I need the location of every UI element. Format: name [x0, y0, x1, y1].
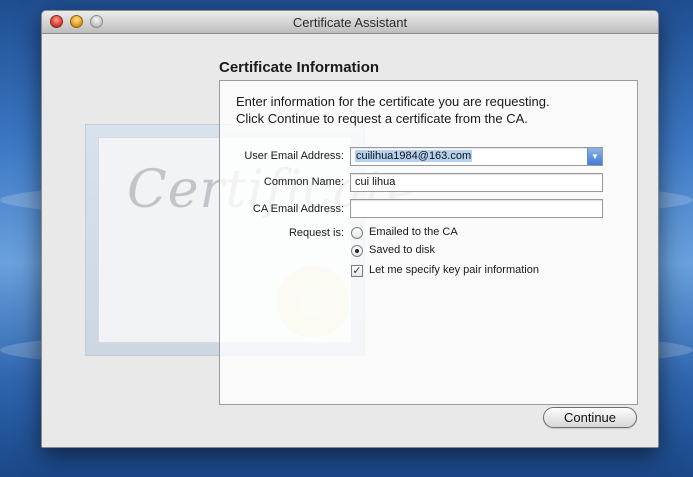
user-email-value: cuilihua1984@163.com [355, 150, 473, 162]
common-name-field[interactable]: cui lihua [350, 173, 603, 192]
intro-text: Enter information for the certificate yo… [236, 93, 550, 127]
ca-email-label: CA Email Address: [252, 203, 344, 215]
key-pair-label: Let me specify key pair information [369, 264, 539, 276]
certificate-assistant-window: Certificate Assistant Certificate Certif… [41, 10, 659, 448]
radio-button-icon[interactable] [351, 227, 363, 239]
panel-heading: Certificate Information [219, 59, 380, 76]
combobox-arrow-icon[interactable]: ▼ [587, 148, 602, 165]
user-email-combobox[interactable]: cuilihua1984@163.com ▼ [350, 147, 603, 166]
intro-line-1: Enter information for the certificate yo… [236, 94, 550, 109]
assistant-body: Certificate Certificate Information Ente… [42, 34, 658, 447]
radio-button-selected-icon[interactable] [351, 245, 363, 257]
certificate-info-panel: Enter information for the certificate yo… [219, 80, 638, 405]
checkbox-checked-icon[interactable]: ✓ [351, 265, 363, 277]
radio-emailed-label: Emailed to the CA [369, 226, 458, 238]
window-title: Certificate Assistant [292, 15, 408, 30]
intro-line-2: Click Continue to request a certificate … [236, 111, 528, 126]
common-name-label: Common Name: [263, 176, 344, 188]
ca-email-field[interactable] [350, 199, 603, 218]
radio-saved-label: Saved to disk [369, 244, 436, 256]
title-bar[interactable]: Certificate Assistant [42, 11, 658, 34]
user-email-label: User Email Address: [244, 150, 344, 162]
request-is-label: Request is: [288, 227, 344, 239]
continue-button[interactable]: Continue [543, 407, 637, 428]
